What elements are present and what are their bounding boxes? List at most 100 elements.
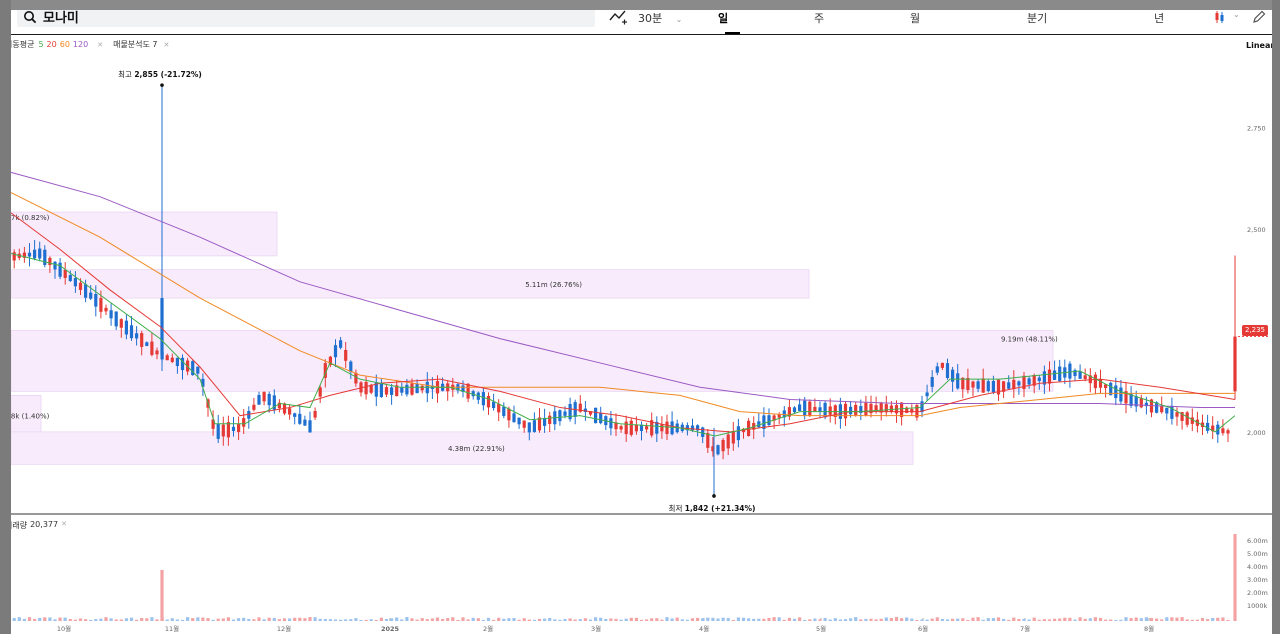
volume-bar	[1144, 617, 1148, 621]
volume-bar	[410, 618, 414, 621]
candle-body	[1119, 387, 1123, 402]
volume-bar	[293, 617, 297, 621]
volume-bar	[237, 618, 241, 621]
volume-bar	[211, 619, 215, 621]
candle-body	[532, 420, 536, 432]
chevron-down-icon[interactable]: ⌄	[1233, 10, 1240, 19]
interval-select[interactable]: 30분 ⌄	[638, 10, 682, 26]
volume-bar	[99, 618, 103, 621]
volume-bar	[288, 618, 292, 621]
candle-body	[68, 275, 72, 282]
price-chart[interactable]: 268k (1.40%)157k (0.82%)5.11m (26.76%)4.…	[0, 35, 1272, 634]
volume-bar	[68, 619, 72, 621]
candle-body	[1114, 385, 1118, 399]
y-axis-tick: 2,500	[1247, 226, 1266, 234]
volume-bar	[231, 619, 236, 621]
volume-profile-label: 4.38m (22.91%)	[448, 445, 505, 453]
volume-bar	[859, 619, 863, 621]
volume-bar	[89, 619, 93, 621]
volume-bar	[247, 619, 251, 621]
volume-bar	[282, 618, 287, 621]
tab-month[interactable]: 월	[910, 10, 920, 26]
candle-body	[497, 403, 501, 413]
interval-label: 30분	[638, 12, 663, 25]
volume-bar	[119, 619, 123, 621]
candle-body	[481, 392, 485, 406]
volume-bar	[889, 618, 893, 621]
volume-bar	[645, 619, 649, 621]
volume-bar	[175, 619, 179, 621]
volume-bar	[114, 619, 118, 621]
volume-bar	[1233, 534, 1237, 621]
candle-body	[864, 402, 868, 416]
candle-body	[344, 349, 348, 361]
volume-bar	[634, 617, 638, 621]
volume-bar	[884, 617, 888, 621]
volume-bar	[1047, 619, 1052, 621]
candle-body	[109, 310, 113, 319]
volume-bar	[690, 618, 695, 621]
candle-body	[313, 410, 317, 418]
candle-type-icon[interactable]	[1213, 9, 1229, 25]
volume-bar	[206, 618, 210, 621]
volume-bar	[1088, 618, 1092, 621]
volume-bar	[497, 617, 501, 621]
volume-bar	[1160, 619, 1164, 621]
x-axis-tick: 2025	[381, 625, 400, 633]
volume-bar	[221, 618, 225, 621]
volume-bar	[481, 619, 485, 621]
volume-bar	[145, 618, 149, 621]
candle-body	[522, 420, 526, 428]
tab-year[interactable]: 년	[1154, 10, 1164, 26]
candle-body	[889, 405, 893, 412]
volume-bar	[303, 618, 307, 621]
candle-body	[854, 404, 858, 416]
candle-body	[986, 381, 990, 392]
volume-bar	[996, 617, 1001, 621]
volume-bar	[614, 618, 618, 621]
candle-body	[849, 406, 853, 415]
volume-bar	[318, 618, 322, 621]
volume-axis-tick: 3.00m	[1247, 576, 1268, 584]
tab-day[interactable]: 일	[718, 10, 728, 26]
candle-body	[252, 404, 256, 410]
volume-bar	[1114, 619, 1118, 621]
candle-body	[262, 391, 266, 402]
volume-bar	[242, 617, 246, 621]
x-axis-tick: 10월	[57, 624, 71, 633]
volume-bar	[155, 619, 159, 621]
volume-profile-label: 5.11m (26.76%)	[525, 281, 582, 289]
candle-body	[155, 350, 159, 355]
volume-bar	[650, 618, 654, 621]
volume-bar	[609, 618, 613, 621]
volume-bar	[1206, 619, 1210, 621]
volume-bar	[772, 617, 776, 621]
candle-body	[1139, 398, 1143, 408]
tab-quarter[interactable]: 분기	[1027, 10, 1047, 26]
drawing-tool-icon[interactable]	[608, 8, 628, 26]
volume-bar	[420, 618, 424, 621]
tab-week[interactable]: 주	[814, 10, 824, 26]
low-prefix: 최저	[669, 503, 685, 513]
volume-bar	[548, 617, 552, 621]
volume-bar	[629, 617, 633, 621]
x-axis-tick: 3월	[591, 624, 601, 633]
candle-body	[94, 294, 98, 307]
pencil-icon[interactable]	[1251, 9, 1267, 25]
volume-bar	[1139, 618, 1143, 621]
volume-bar	[767, 617, 771, 621]
candle-body	[288, 408, 292, 415]
volume-bar	[879, 618, 883, 621]
volume-bar	[1170, 617, 1174, 621]
close-icon[interactable]: ✕	[61, 520, 67, 531]
candle-body	[1047, 369, 1052, 384]
volume-bar	[405, 617, 409, 621]
volume-bar	[17, 617, 21, 621]
volume-bar	[140, 617, 144, 621]
high-marker	[160, 83, 164, 87]
candle-body	[1093, 374, 1097, 389]
volume-bar	[619, 619, 623, 621]
candle-body	[410, 383, 414, 395]
volume-profile-label: 9.19m (48.11%)	[1001, 336, 1058, 344]
volume-bar	[216, 618, 220, 621]
